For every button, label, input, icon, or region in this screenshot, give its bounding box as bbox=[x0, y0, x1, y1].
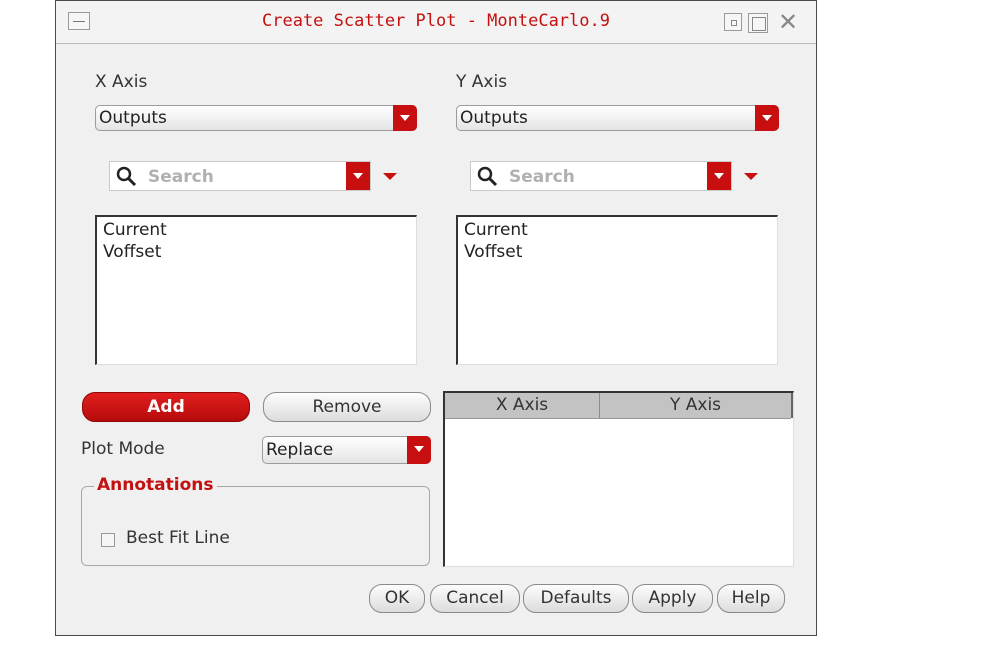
search-icon bbox=[477, 166, 498, 187]
y-axis-output-list[interactable]: Current Voffset bbox=[456, 215, 778, 365]
add-button[interactable]: Add bbox=[82, 392, 250, 422]
list-item[interactable]: Current bbox=[103, 219, 416, 241]
list-item[interactable]: Voffset bbox=[464, 241, 777, 263]
cancel-button[interactable]: Cancel bbox=[430, 584, 520, 613]
x-axis-source-value: Outputs bbox=[99, 108, 167, 128]
column-header-x-axis[interactable]: X Axis bbox=[445, 393, 600, 418]
search-icon bbox=[116, 166, 137, 187]
y-axis-label: Y Axis bbox=[456, 72, 508, 92]
table-header: X Axis Y Axis bbox=[445, 393, 793, 419]
plot-mode-select[interactable]: Replace bbox=[262, 436, 431, 464]
x-axis-source-select[interactable]: Outputs bbox=[95, 105, 417, 131]
x-axis-search-field[interactable]: Search bbox=[109, 161, 371, 191]
list-item[interactable]: Current bbox=[464, 219, 777, 241]
best-fit-line-checkbox[interactable] bbox=[101, 533, 115, 547]
x-axis-label: X Axis bbox=[95, 72, 148, 92]
column-header-y-axis[interactable]: Y Axis bbox=[600, 393, 793, 418]
minimize-icon[interactable] bbox=[724, 13, 742, 31]
y-axis-source-select[interactable]: Outputs bbox=[456, 105, 779, 131]
annotations-group: Annotations Best Fit Line bbox=[81, 475, 430, 566]
defaults-button[interactable]: Defaults bbox=[523, 584, 629, 613]
maximize-icon[interactable] bbox=[748, 13, 768, 33]
apply-button[interactable]: Apply bbox=[632, 584, 713, 613]
create-scatter-plot-dialog: Create Scatter Plot - MonteCarlo.9 ✕ X A… bbox=[55, 0, 817, 636]
best-fit-line-label: Best Fit Line bbox=[126, 528, 230, 548]
list-item[interactable]: Voffset bbox=[103, 241, 416, 263]
close-icon[interactable]: ✕ bbox=[774, 10, 802, 35]
window-title: Create Scatter Plot - MonteCarlo.9 bbox=[262, 11, 610, 31]
chevron-down-icon bbox=[407, 436, 431, 464]
title-bar[interactable]: Create Scatter Plot - MonteCarlo.9 ✕ bbox=[56, 1, 816, 44]
search-options-caret-icon[interactable] bbox=[383, 173, 397, 180]
chevron-down-icon bbox=[755, 105, 779, 131]
y-axis-source-value: Outputs bbox=[460, 108, 528, 128]
remove-button[interactable]: Remove bbox=[263, 392, 431, 422]
y-axis-search-placeholder: Search bbox=[509, 167, 575, 187]
axis-pairs-table[interactable]: X Axis Y Axis bbox=[443, 391, 794, 567]
annotations-title: Annotations bbox=[94, 475, 217, 495]
search-history-dropdown[interactable] bbox=[707, 162, 731, 190]
help-button[interactable]: Help bbox=[717, 584, 785, 613]
chevron-down-icon bbox=[393, 105, 417, 131]
ok-button[interactable]: OK bbox=[369, 584, 425, 613]
plot-mode-value: Replace bbox=[266, 440, 334, 460]
search-history-dropdown[interactable] bbox=[346, 162, 370, 190]
plot-mode-label: Plot Mode bbox=[81, 439, 165, 459]
x-axis-output-list[interactable]: Current Voffset bbox=[95, 215, 417, 365]
x-axis-search-placeholder: Search bbox=[148, 167, 214, 187]
search-options-caret-icon[interactable] bbox=[744, 173, 758, 180]
y-axis-search-field[interactable]: Search bbox=[470, 161, 732, 191]
